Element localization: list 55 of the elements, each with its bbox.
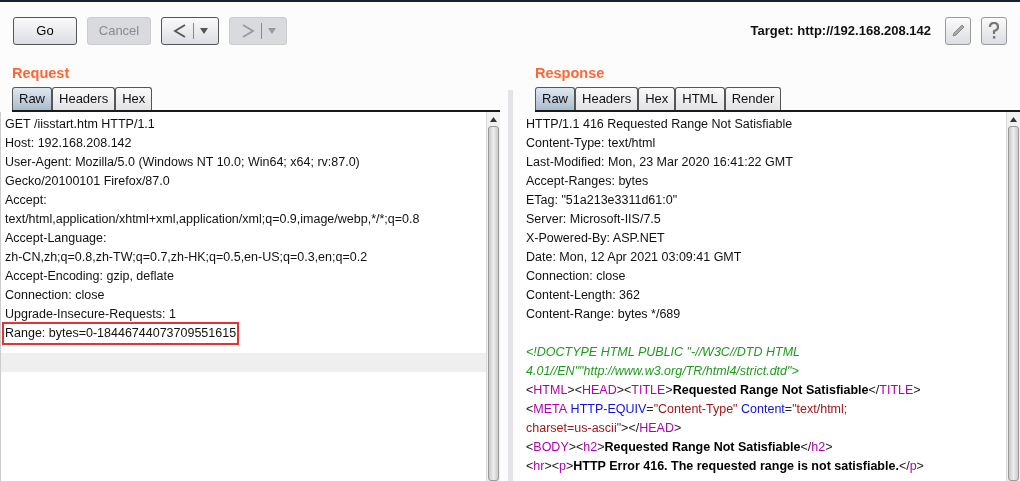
response-title: Response bbox=[534, 64, 606, 84]
request-line: text/html,application/xhtml+xml,application/xml;q=0.9,image/webp,*/*;q=0.8 bbox=[4, 211, 421, 229]
request-line: Gecko/20100101 Firefox/87.0 bbox=[4, 173, 171, 191]
response-line: ETag: "51a213e3311d61:0" bbox=[526, 192, 678, 210]
html-line: <HTML><HEAD><TITLE>Requested Range Not Satisfiable</TITLE> bbox=[526, 382, 921, 400]
response-line: Accept-Ranges: bytes bbox=[526, 173, 649, 191]
response-line: Last-Modified: Mon, 23 Mar 2020 16:41:22 GMT bbox=[526, 154, 793, 172]
tab[interactable]: Raw bbox=[12, 87, 52, 110]
request-line: GET /iisstart.htm HTTP/1.1 bbox=[4, 116, 156, 134]
up-arrow-icon[interactable] bbox=[490, 116, 497, 122]
question-mark-icon bbox=[988, 22, 1000, 40]
tab[interactable]: Headers bbox=[52, 87, 116, 110]
scrollbar[interactable] bbox=[486, 112, 500, 481]
edit-button[interactable] bbox=[945, 17, 971, 45]
html-line: <hr><p>HTTP Error 416. The requested range is not satisfiable.</p> bbox=[526, 458, 924, 476]
response-line: Date: Mon, 12 Apr 2021 03:09:41 GMT bbox=[526, 249, 742, 267]
tab[interactable]: Hex bbox=[638, 87, 676, 110]
html-line: charset=us-ascii"></HEAD> bbox=[526, 420, 682, 438]
request-line: Connection: close bbox=[4, 287, 106, 305]
html-line: <META HTTP-EQUIV="Content-Type" Content="text/html; bbox=[526, 401, 848, 419]
up-arrow-icon[interactable] bbox=[1010, 116, 1017, 122]
response-line: X-Powered-By: ASP.NET bbox=[526, 230, 665, 248]
request-line: Host: 192.168.208.142 bbox=[4, 135, 133, 153]
right-chevron-icon bbox=[240, 24, 255, 38]
tab[interactable]: Hex bbox=[115, 87, 153, 110]
response-line: Content-Range: bytes */689 bbox=[526, 306, 681, 324]
request-line: Upgrade-Insecure-Requests: 1 bbox=[4, 306, 177, 324]
tab[interactable]: HTML bbox=[675, 87, 725, 110]
tab[interactable]: Raw bbox=[535, 87, 575, 110]
scrollbar[interactable] bbox=[1006, 112, 1020, 481]
response-line: Server: Microsoft-IIS/7.5 bbox=[526, 211, 661, 229]
target-label: Target: http://192.168.208.142 bbox=[750, 22, 931, 41]
tab[interactable]: Headers bbox=[575, 87, 639, 110]
dropdown-caret-icon bbox=[199, 28, 208, 34]
request-line: Accept: bbox=[4, 192, 48, 210]
response-line: HTTP/1.1 416 Requested Range Not Satisfiable bbox=[526, 116, 793, 134]
response-line: Content-Length: 362 bbox=[526, 287, 640, 305]
left-chevron-icon bbox=[172, 24, 187, 38]
response-line: Content-Type: text/html bbox=[526, 135, 656, 153]
response-line: Connection: close bbox=[526, 268, 626, 286]
pencil-icon bbox=[950, 23, 966, 39]
go-button[interactable]: Go bbox=[13, 17, 77, 45]
request-line: zh-CN,zh;q=0.8,zh-TW;q=0.7,zh-HK;q=0.5,en-US;q=0.3,en;q=0.2 bbox=[4, 249, 369, 267]
request-line: Accept-Language: bbox=[4, 230, 108, 248]
request-line: Range: bytes=0-18446744073709551615 bbox=[4, 324, 238, 343]
request-title: Request bbox=[11, 64, 71, 84]
html-line: 4.01//EN""http://www.w3.org/TR/html4/strict.dtd"> bbox=[526, 363, 799, 381]
help-button[interactable] bbox=[981, 17, 1007, 45]
request-line: Accept-Encoding: gzip, deflate bbox=[4, 268, 175, 286]
tab[interactable]: Render bbox=[724, 87, 782, 110]
html-line: <!DOCTYPE HTML PUBLIC "-//W3C//DTD HTML bbox=[526, 344, 801, 362]
request-line: User-Agent: Mozilla/5.0 (Windows NT 10.0; Win64; x64; rv:87.0) bbox=[4, 154, 361, 172]
dropdown-caret-icon bbox=[267, 28, 276, 34]
back-button[interactable] bbox=[161, 17, 219, 45]
html-line: <BODY><h2>Requested Range Not Satisfiable</h2> bbox=[526, 439, 833, 457]
